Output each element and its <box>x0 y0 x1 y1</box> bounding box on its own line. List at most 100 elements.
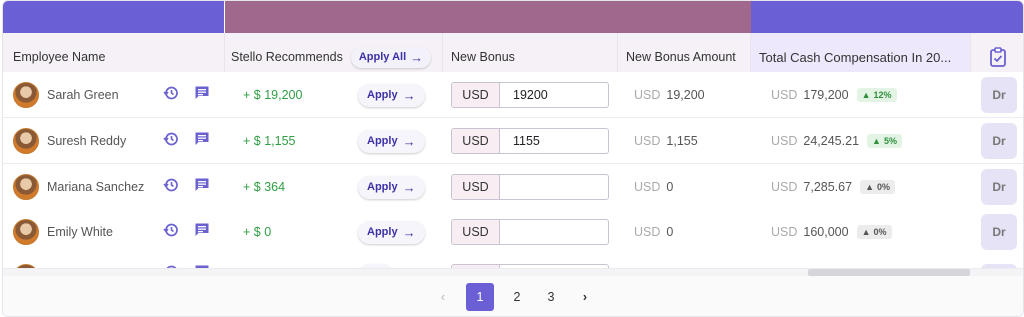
apply-label: Apply <box>367 226 398 238</box>
total-compensation: 160,000 <box>803 225 849 239</box>
comment-icon[interactable] <box>194 222 210 242</box>
bonus-input[interactable]: USD <box>451 219 609 245</box>
new-bonus-cell: USD <box>451 209 616 255</box>
bonus-value[interactable] <box>500 220 608 244</box>
avatar <box>13 219 39 245</box>
new-bonus-cell: USD 1155 <box>451 118 616 164</box>
arrow-right-icon: → <box>410 49 424 65</box>
employee-name[interactable]: Suresh Reddy <box>47 134 126 148</box>
draft-cell <box>979 254 1019 268</box>
horizontal-scrollbar-thumb[interactable] <box>808 269 970 276</box>
recommendation-cell: + $ 1,155 <box>243 118 353 164</box>
draft-cell: Dr <box>979 118 1019 164</box>
recommendation-cell: + $ 364 <box>243 164 353 210</box>
page-3-button[interactable]: 3 <box>540 283 562 311</box>
bonus-amount: 19,200 <box>666 88 705 102</box>
draft-cell: Dr <box>979 72 1019 118</box>
header-band <box>225 1 751 33</box>
apply-button[interactable]: Apply → <box>358 220 425 244</box>
apply-cell: Apply → <box>358 164 438 210</box>
total-compensation: 7,285.67 <box>803 180 853 194</box>
draft-button[interactable]: Dr <box>981 77 1017 113</box>
currency-label: USD <box>634 134 661 148</box>
bonus-value[interactable] <box>500 175 608 199</box>
apply-all-label: Apply All <box>358 51 407 63</box>
draft-button[interactable]: Dr <box>981 169 1017 205</box>
change-badge: ▲ 5% <box>867 134 902 148</box>
employee-name[interactable]: Mariana Sanchez <box>47 180 144 194</box>
bonus-value[interactable]: 1155 <box>500 129 608 153</box>
apply-cell: Apply → <box>358 72 438 118</box>
bonus-amount: 1,155 <box>666 134 698 148</box>
triangle-icon: ▲ <box>861 227 871 237</box>
history-icon[interactable] <box>163 85 179 105</box>
comment-icon[interactable] <box>194 131 210 151</box>
page-1-button[interactable]: 1 <box>466 283 494 311</box>
bonus-input[interactable]: USD 1155 <box>451 128 609 154</box>
previous-page-button[interactable]: ‹ <box>432 283 454 311</box>
bonus-amount-cell <box>634 254 748 268</box>
header-band <box>751 1 971 33</box>
column-label: Total Cash Compensation In 20... <box>759 49 952 65</box>
recommendation-cell <box>243 254 353 268</box>
change-badge: ▲ 0% <box>856 225 892 239</box>
new-bonus-cell <box>451 254 616 268</box>
draft-cell: Dr <box>979 164 1019 210</box>
page-2-button[interactable]: 2 <box>506 283 528 311</box>
currency-label: USD <box>634 180 661 194</box>
recommended-amount: + $ 1,155 <box>243 134 296 148</box>
clipboard-check-icon[interactable] <box>989 47 1007 67</box>
history-icon[interactable] <box>163 131 179 151</box>
change-value: 0% <box>873 227 887 237</box>
total-compensation-cell: USD 7,285.67 ▲ 0% <box>771 164 969 210</box>
arrow-right-icon: → <box>402 179 416 195</box>
employee-cell: Emily White <box>13 209 223 255</box>
column-label: New Bonus <box>451 50 515 64</box>
bonus-input[interactable]: USD 19200 <box>451 82 609 108</box>
arrow-right-icon: → <box>402 224 416 240</box>
bonus-amount: 0 <box>666 180 674 194</box>
apply-cell: → <box>358 254 438 268</box>
employee-name[interactable]: Emily White <box>47 225 113 239</box>
bonus-value[interactable]: 19200 <box>500 83 608 107</box>
apply-button[interactable]: Apply → <box>358 129 425 153</box>
table-row: Suresh Reddy + $ 1,155 Apply → USD 1155 U… <box>3 118 1023 164</box>
recommendation-cell: + $ 0 <box>243 209 353 255</box>
arrow-right-icon: → <box>402 133 416 149</box>
table-row: Emily White + $ 0 Apply → USD USD 0 USD <box>3 209 1023 255</box>
apply-label: Apply <box>367 89 398 101</box>
comment-icon[interactable] <box>194 85 210 105</box>
total-compensation: 179,200 <box>803 88 849 102</box>
employee-cell: Mariana Sanchez <box>13 164 223 210</box>
table-row: Mariana Sanchez + $ 364 Apply → USD USD 0… <box>3 164 1023 210</box>
currency-label: USD <box>771 88 798 102</box>
avatar <box>13 82 39 108</box>
bonus-amount-cell: USD 1,155 <box>634 118 748 164</box>
next-page-button[interactable]: › <box>574 283 596 311</box>
bonus-input[interactable]: USD <box>451 174 609 200</box>
comment-icon[interactable] <box>194 177 210 197</box>
apply-button[interactable]: Apply → <box>358 175 425 199</box>
recommended-amount: + $ 364 <box>243 180 286 194</box>
bonus-amount-cell: USD 0 <box>634 164 748 210</box>
currency-label: USD <box>452 220 500 244</box>
apply-cell: Apply → <box>358 209 438 255</box>
draft-button[interactable]: Dr <box>981 123 1017 159</box>
new-bonus-cell: USD <box>451 164 616 210</box>
bonus-amount: 0 <box>666 225 674 239</box>
apply-button[interactable]: Apply → <box>358 83 425 107</box>
draft-button[interactable]: Dr <box>981 214 1017 250</box>
change-value: 0% <box>877 182 891 192</box>
new-bonus-cell: USD 19200 <box>451 72 616 118</box>
employee-name[interactable]: Sarah Green <box>47 88 119 102</box>
apply-all-button[interactable]: Apply All → <box>350 46 432 68</box>
change-value: 12% <box>873 90 892 100</box>
compensation-table: Employee Name Stello Recommends Apply Al… <box>2 0 1024 317</box>
history-icon[interactable] <box>163 177 179 197</box>
change-value: 5% <box>883 136 897 146</box>
bonus-amount-cell: USD 0 <box>634 209 748 255</box>
column-label: New Bonus Amount <box>626 50 736 64</box>
history-icon[interactable] <box>163 222 179 242</box>
currency-label: USD <box>771 134 798 148</box>
avatar <box>13 174 39 200</box>
